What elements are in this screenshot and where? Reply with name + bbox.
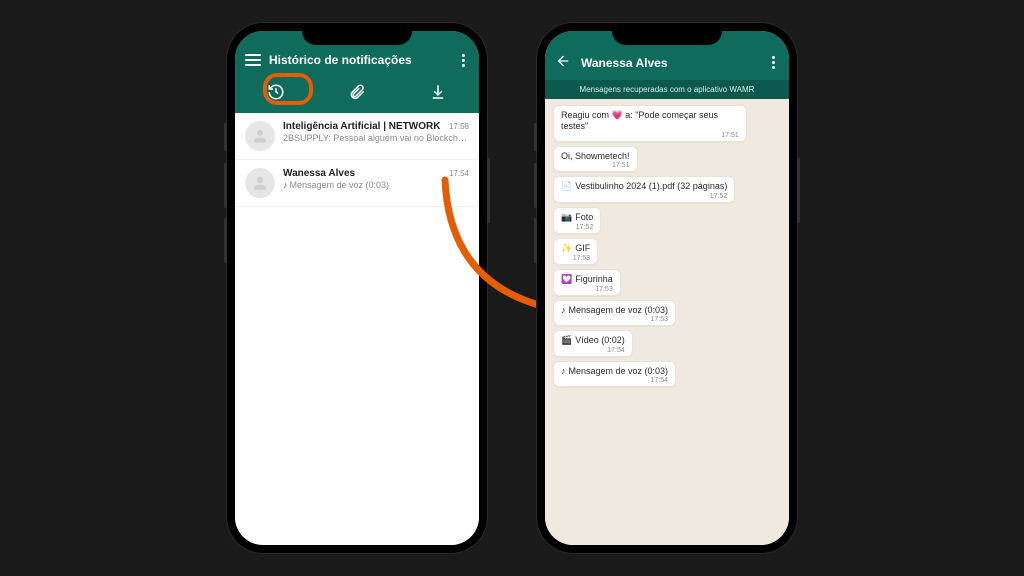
notification-subtitle: ♪Mensagem de voz (0:03) — [283, 180, 469, 190]
side-button — [224, 123, 227, 151]
message-bubble[interactable]: 🎬Vídeo (0:02)17:54 — [553, 330, 633, 357]
message-text: 🎬Vídeo (0:02) — [561, 335, 625, 346]
notification-body: Inteligência Artificial | NETWORK 17:58 2B… — [283, 121, 469, 151]
message-time: 17:53 — [561, 316, 668, 323]
notification-subtitle: 2BSUPPLY: Pessoal alguém vai no Blockcha… — [283, 133, 469, 143]
tab-downloads[interactable] — [418, 79, 458, 105]
notification-title: Inteligência Artificial | NETWORK — [283, 121, 440, 132]
message-bubble[interactable]: ♪Mensagem de voz (0:03)17:53 — [553, 300, 676, 326]
info-banner: Mensagens recuperadas com o aplicativo W… — [545, 80, 789, 99]
message-time: 17:54 — [561, 377, 668, 384]
back-button[interactable] — [555, 53, 571, 72]
message-text: ♪Mensagem de voz (0:03) — [561, 366, 668, 376]
side-button — [224, 163, 227, 208]
hamburger-menu-icon[interactable] — [245, 54, 261, 66]
message-bubble[interactable]: Reagiu com 💗 a: "Pode começar seus teste… — [553, 105, 747, 142]
message-text: Reagiu com 💗 a: "Pode começar seus teste… — [561, 110, 739, 131]
message-text: ♪Mensagem de voz (0:03) — [561, 305, 668, 315]
tab-bar — [235, 73, 479, 113]
side-button — [797, 158, 800, 223]
message-emoji-icon: 💟 — [561, 274, 572, 284]
message-time: 17:53 — [561, 286, 613, 293]
header-title: Histórico de notificações — [269, 53, 449, 67]
music-note-icon: ♪ — [283, 180, 288, 190]
message-emoji-icon: 🎬 — [561, 335, 572, 345]
side-button — [534, 123, 537, 151]
message-text: Oi, Showmetech! — [561, 151, 630, 161]
side-button — [534, 163, 537, 208]
message-emoji-icon: 📷 — [561, 212, 572, 222]
phone-right: Wanessa Alves Mensagens recuperadas com … — [537, 23, 797, 553]
message-text: 📄Vestibulinho 2024 (1).pdf (32 páginas) — [561, 181, 727, 192]
message-bubble[interactable]: 💟Figurinha17:53 — [553, 269, 621, 296]
notification-time: 17:58 — [449, 122, 469, 131]
notification-item[interactable]: Wanessa Alves 17:54 ♪Mensagem de voz (0:03… — [235, 160, 479, 207]
phone-left: Histórico de notificações — [227, 23, 487, 553]
message-bubble[interactable]: ♪Mensagem de voz (0:03)17:54 — [553, 361, 676, 387]
avatar — [245, 168, 275, 198]
screen-right: Wanessa Alves Mensagens recuperadas com … — [545, 31, 789, 545]
chat-title: Wanessa Alves — [581, 56, 757, 70]
message-bubble[interactable]: 📷Foto17:52 — [553, 207, 601, 234]
notification-title: Wanessa Alves — [283, 168, 355, 179]
message-time: 17:53 — [561, 255, 590, 262]
person-icon — [251, 174, 269, 192]
notch — [612, 23, 722, 45]
message-time: 17:52 — [561, 193, 727, 200]
more-options-icon[interactable] — [767, 56, 779, 69]
message-time: 17:51 — [561, 162, 630, 169]
message-bubble[interactable]: Oi, Showmetech!17:51 — [553, 146, 638, 172]
notification-time: 17:54 — [449, 169, 469, 178]
message-text: 📷Foto — [561, 212, 593, 223]
history-icon — [267, 83, 285, 101]
paperclip-icon — [348, 83, 366, 101]
message-time: 17:51 — [561, 132, 739, 139]
side-button — [487, 158, 490, 223]
avatar — [245, 121, 275, 151]
message-time: 17:52 — [561, 224, 593, 231]
chat-area[interactable]: Reagiu com 💗 a: "Pode começar seus teste… — [545, 99, 789, 545]
arrow-left-icon — [555, 53, 571, 69]
message-text: ✨GIF — [561, 243, 590, 254]
message-emoji-icon: ♪ — [561, 366, 566, 376]
message-emoji-icon: 📄 — [561, 181, 572, 191]
notification-list: Inteligência Artificial | NETWORK 17:58 2B… — [235, 113, 479, 545]
side-button — [534, 218, 537, 263]
message-emoji-icon: ♪ — [561, 305, 566, 315]
more-options-icon[interactable] — [457, 54, 469, 67]
download-icon — [429, 83, 447, 101]
person-icon — [251, 127, 269, 145]
screen-left: Histórico de notificações — [235, 31, 479, 545]
message-time: 17:54 — [561, 347, 625, 354]
notification-item[interactable]: Inteligência Artificial | NETWORK 17:58 2B… — [235, 113, 479, 160]
tab-history[interactable] — [256, 79, 296, 105]
message-emoji-icon: ✨ — [561, 243, 572, 253]
notch — [302, 23, 412, 45]
tab-attachments[interactable] — [337, 79, 377, 105]
message-bubble[interactable]: ✨GIF17:53 — [553, 238, 598, 265]
notification-body: Wanessa Alves 17:54 ♪Mensagem de voz (0:03… — [283, 168, 469, 198]
message-bubble[interactable]: 📄Vestibulinho 2024 (1).pdf (32 páginas)1… — [553, 176, 735, 203]
message-text: 💟Figurinha — [561, 274, 613, 285]
side-button — [224, 218, 227, 263]
